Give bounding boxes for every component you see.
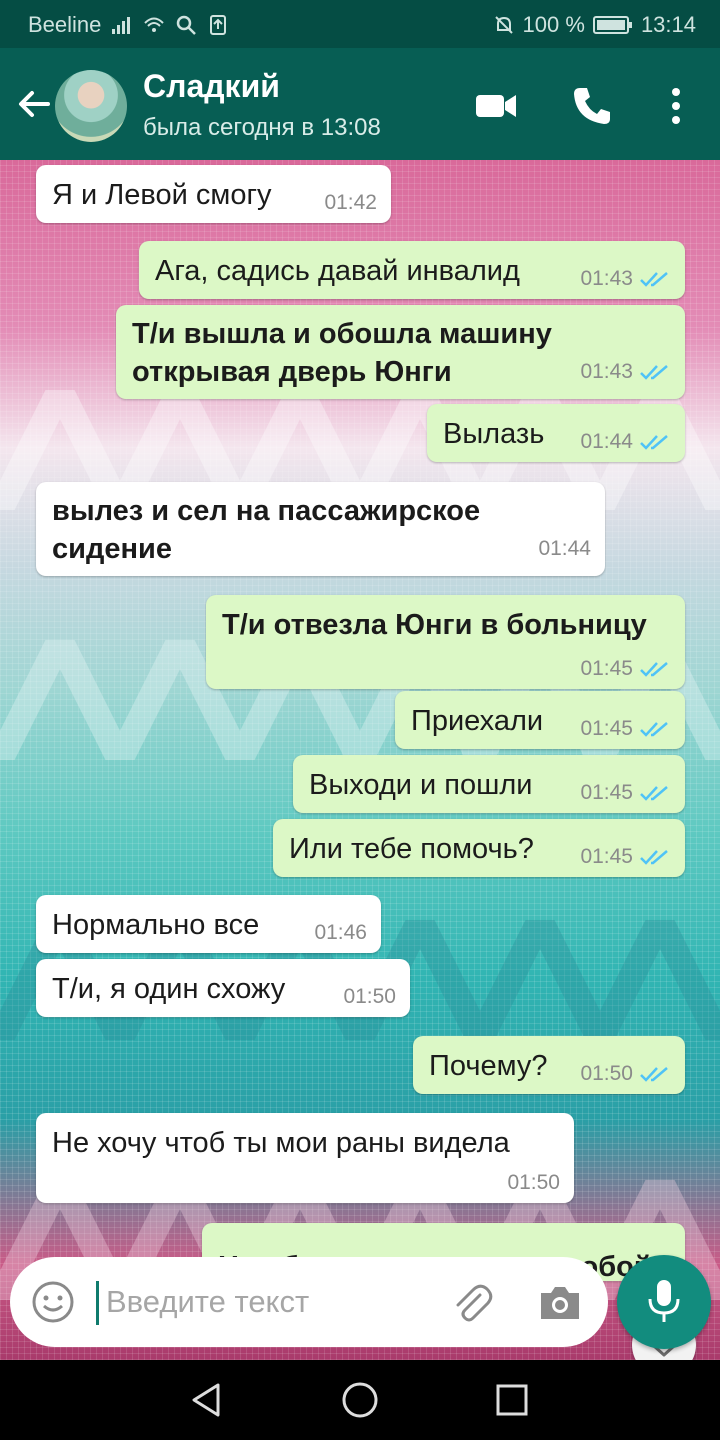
message-time: 01:46	[314, 921, 367, 944]
read-receipt-icon	[640, 850, 668, 865]
avatar[interactable]	[55, 70, 127, 142]
battery-icon	[592, 16, 632, 34]
message-outgoing[interactable]: Т/и вышла и обошла машину открывая дверь…	[116, 305, 685, 399]
message-incoming[interactable]: Нормально все 01:46	[36, 895, 381, 953]
mute-notifications-icon	[494, 16, 513, 34]
message-incoming[interactable]: Не хочу чтоб ты мои раны видела 01:50	[36, 1113, 574, 1203]
chat-area[interactable]: Я и Левой смогу 01:42 Ага, садись давай …	[0, 160, 720, 1360]
phone-icon[interactable]	[570, 84, 614, 128]
message-outgoing[interactable]: Приехали 01:45	[395, 691, 685, 749]
text-caret	[96, 1281, 99, 1325]
upload-icon	[210, 15, 227, 35]
message-time: 01:43	[580, 267, 633, 290]
message-time: 01:50	[580, 1062, 633, 1085]
message-text: Приехали	[411, 705, 544, 737]
message-time: 01:45	[580, 781, 633, 804]
carrier-label: Beeline	[28, 12, 102, 37]
message-incoming[interactable]: Я и Левой смогу 01:42	[36, 165, 391, 223]
message-text: Т/и отвезла Юнги в больницу	[222, 609, 647, 641]
message-outgoing[interactable]: Вылазь 01:44	[427, 404, 685, 462]
chat-header: Сладкий была сегодня в 13:08	[0, 48, 720, 160]
message-time: 01:44	[538, 537, 591, 560]
read-receipt-icon	[640, 435, 668, 450]
message-text: Выходи и пошли	[309, 769, 533, 801]
message-time: 01:50	[343, 985, 396, 1008]
message-input[interactable]	[106, 1277, 436, 1327]
status-bar: Beeline 100 % 13:14	[0, 0, 720, 48]
message-time: 01:45	[580, 657, 633, 680]
message-time: 01:43	[580, 360, 633, 383]
message-text: Т/и вышла и обошла машину открывая дверь…	[132, 318, 552, 388]
message-composer	[10, 1257, 608, 1347]
message-incoming[interactable]: вылез и сел на пассажирское сидение 01:4…	[36, 482, 605, 576]
message-time: 01:45	[580, 845, 633, 868]
message-time: 01:45	[580, 717, 633, 740]
search-icon	[177, 15, 197, 35]
nav-home-icon[interactable]	[340, 1380, 380, 1420]
system-nav-bar	[0, 1360, 720, 1440]
message-time: 01:44	[580, 430, 633, 453]
emoji-icon[interactable]	[30, 1279, 76, 1325]
message-text: Почему?	[429, 1050, 548, 1082]
message-text: Не хочу чтоб ты мои раны видела	[52, 1127, 510, 1159]
message-text: вылез и сел на пассажирское сидение	[52, 495, 481, 565]
message-text: Т/и, я один схожу	[52, 973, 286, 1005]
nav-recents-icon[interactable]	[492, 1380, 532, 1420]
wifi-icon	[144, 17, 165, 32]
read-receipt-icon	[640, 365, 668, 380]
mic-icon	[648, 1280, 680, 1322]
message-time: 01:50	[507, 1171, 560, 1194]
more-vert-icon[interactable]	[654, 84, 698, 128]
back-arrow-icon[interactable]	[14, 84, 54, 124]
attach-icon[interactable]	[450, 1281, 494, 1325]
message-outgoing[interactable]: Ага, садись давай инвалид 01:43	[139, 241, 685, 299]
nav-back-icon[interactable]	[186, 1380, 226, 1420]
read-receipt-icon	[640, 272, 668, 287]
read-receipt-icon	[640, 786, 668, 801]
mic-button[interactable]	[617, 1255, 711, 1349]
contact-name[interactable]: Сладкий	[143, 68, 280, 105]
contact-last-seen: была сегодня в 13:08	[143, 114, 381, 141]
message-outgoing[interactable]: Почему? 01:50	[413, 1036, 685, 1094]
read-receipt-icon	[640, 722, 668, 737]
clock: 13:14	[640, 12, 696, 37]
message-text: Ага, садись давай инвалид	[155, 255, 520, 287]
signal-icon	[112, 17, 131, 34]
message-outgoing[interactable]: Т/и отвезла Юнги в больницу 01:45	[206, 595, 685, 689]
video-call-icon[interactable]	[474, 84, 518, 128]
message-text: Нормально все	[52, 909, 260, 941]
message-outgoing[interactable]: Или тебе помочь? 01:45	[273, 819, 685, 877]
message-text: Я и Левой смогу	[52, 179, 272, 211]
message-time: 01:42	[324, 191, 377, 214]
message-outgoing[interactable]: Выходи и пошли 01:45	[293, 755, 685, 813]
read-receipt-icon	[640, 662, 668, 677]
message-text: Или тебе помочь?	[289, 833, 534, 865]
message-text: Вылазь	[443, 418, 545, 450]
camera-icon[interactable]	[537, 1281, 583, 1325]
battery-percent: 100 %	[522, 12, 585, 37]
read-receipt-icon	[640, 1067, 668, 1082]
message-incoming[interactable]: Т/и, я один схожу 01:50	[36, 959, 410, 1017]
